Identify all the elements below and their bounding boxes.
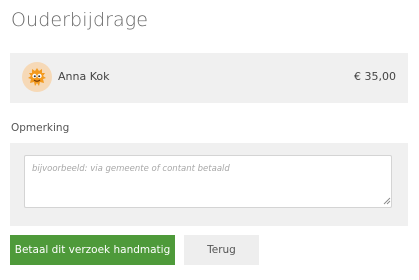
avatar: [22, 62, 52, 92]
back-button[interactable]: Terug: [184, 235, 259, 265]
payer-name: Anna Kok: [58, 70, 110, 83]
remark-panel: [10, 143, 408, 226]
remark-textarea[interactable]: [24, 155, 392, 208]
resize-grip-icon[interactable]: [383, 197, 391, 205]
payer-amount: € 35,00: [354, 70, 396, 83]
payer-row: Anna Kok € 35,00: [10, 53, 408, 103]
remark-label: Opmerking: [11, 122, 70, 134]
orange-monster-avatar-icon: [28, 68, 46, 86]
pay-manually-button[interactable]: Betaal dit verzoek handmatig: [10, 235, 175, 265]
page-title: Ouderbijdrage: [11, 9, 149, 31]
manual-payment-page: Ouderbijdrage Anna Kok € 35,00 Opmerking…: [0, 0, 419, 280]
